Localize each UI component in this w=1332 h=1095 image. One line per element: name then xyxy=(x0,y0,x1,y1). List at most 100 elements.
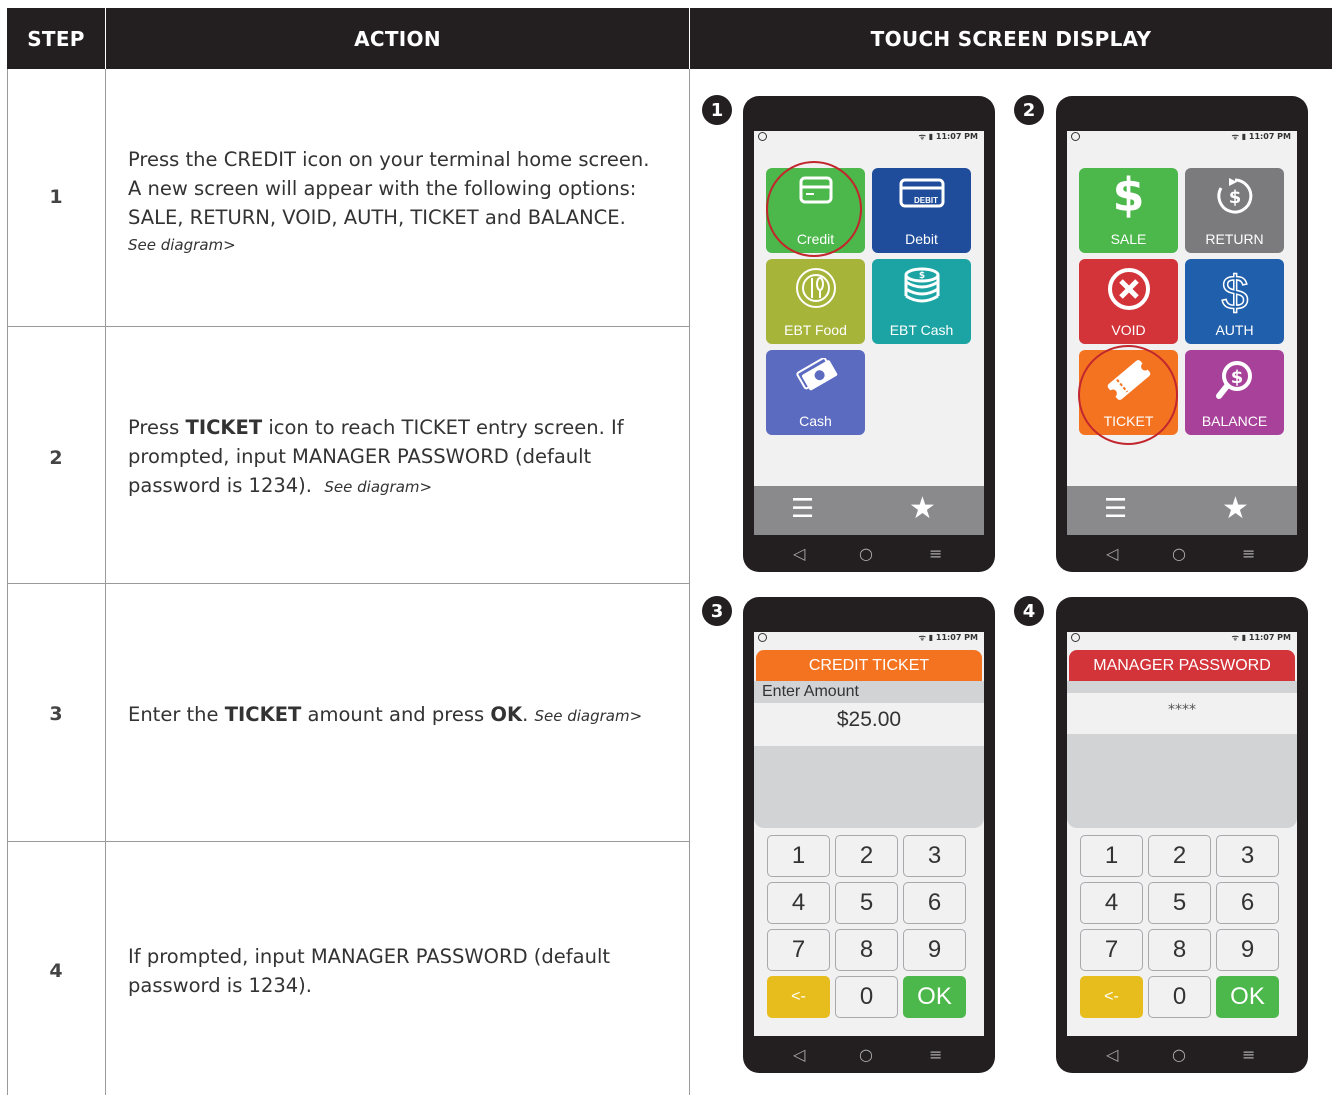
star-icon[interactable]: ★ xyxy=(909,494,936,524)
key-7[interactable]: 7 xyxy=(1080,929,1143,971)
key-9[interactable]: 9 xyxy=(903,929,966,971)
amount-display: $25.00 xyxy=(836,708,902,731)
status-bar: ᯤ ▮ 11:07 PM xyxy=(1067,131,1297,143)
dollar-glyph: $ xyxy=(1221,267,1248,315)
phone-screen: ᯤ ▮ 11:07 PM MANAGER PASSWORD **** 1 2 3… xyxy=(1067,632,1297,1036)
sale-tile[interactable]: $ SALE xyxy=(1079,168,1178,253)
key-5[interactable]: 5 xyxy=(1148,882,1211,924)
dollar-glyph: $ xyxy=(1230,367,1243,388)
backspace-key[interactable]: <- xyxy=(767,976,830,1018)
key-6[interactable]: 6 xyxy=(1216,882,1279,924)
row-divider-1 xyxy=(7,326,689,327)
masked-password: **** xyxy=(1168,702,1196,718)
see-diagram-link[interactable]: See diagram> xyxy=(324,478,432,496)
action-text: Enter the xyxy=(128,703,225,726)
coins-icon: $ xyxy=(872,267,971,315)
step-number-4: 4 xyxy=(49,960,63,982)
balance-tile[interactable]: $ BALANCE xyxy=(1185,350,1284,435)
ticket-bold: TICKET xyxy=(224,703,302,726)
back-icon[interactable]: ◁ xyxy=(1106,1045,1118,1064)
ok-bold: OK xyxy=(490,703,523,726)
key-3[interactable]: 3 xyxy=(1216,835,1279,877)
wifi-icon: ᯤ ▮ xyxy=(1231,633,1249,642)
step-number-3: 3 xyxy=(49,703,63,725)
menu-icon[interactable]: ☰ xyxy=(791,496,814,522)
clock-icon xyxy=(758,633,767,642)
credit-ticket-title: CREDIT TICKET xyxy=(756,650,982,681)
step-number-1: 1 xyxy=(49,186,63,208)
key-7[interactable]: 7 xyxy=(767,929,830,971)
recents-icon[interactable]: ≡ xyxy=(929,544,942,563)
key-2[interactable]: 2 xyxy=(835,835,898,877)
status-time: ᯤ ▮ 11:07 PM xyxy=(918,633,978,642)
key-1[interactable]: 1 xyxy=(767,835,830,877)
step-badge-2: 2 xyxy=(1014,95,1044,125)
status-bar: ᯤ ▮ 11:07 PM xyxy=(1067,632,1297,644)
tile-label: Cash xyxy=(799,413,832,429)
key-8[interactable]: 8 xyxy=(1148,929,1211,971)
key-0[interactable]: 0 xyxy=(1148,976,1211,1018)
backspace-key[interactable]: <- xyxy=(1080,976,1143,1018)
action-text: . xyxy=(522,703,529,726)
key-9[interactable]: 9 xyxy=(1216,929,1279,971)
key-3[interactable]: 3 xyxy=(903,835,966,877)
ok-key[interactable]: OK xyxy=(1216,976,1279,1018)
tile-label: AUTH xyxy=(1215,322,1254,338)
password-label-bar xyxy=(1067,681,1297,693)
status-bar: ᯤ ▮ 11:07 PM xyxy=(754,131,984,143)
phone-home-screen: ᯤ ▮ 11:07 PM Credit DEBIT Debit EBT Food xyxy=(743,96,995,572)
home-icon[interactable]: ○ xyxy=(859,1045,873,1064)
debit-tile[interactable]: DEBIT Debit xyxy=(872,168,971,253)
phone-credit-ticket: ᯤ ▮ 11:07 PM CREDIT TICKET Enter Amount … xyxy=(743,597,995,1073)
back-icon[interactable]: ◁ xyxy=(1106,544,1118,563)
key-0[interactable]: 0 xyxy=(835,976,898,1018)
table-divider-action xyxy=(689,69,690,1095)
back-icon[interactable]: ◁ xyxy=(793,544,805,563)
ticket-bold: TICKET xyxy=(185,416,263,439)
ebt-cash-tile[interactable]: $ EBT Cash xyxy=(872,259,971,344)
display-area xyxy=(1067,734,1297,828)
back-icon[interactable]: ◁ xyxy=(793,1045,805,1064)
recents-icon[interactable]: ≡ xyxy=(1242,1045,1255,1064)
step-badge-3: 3 xyxy=(702,596,732,626)
action-text-2: Press TICKET icon to reach TICKET entry … xyxy=(128,413,673,502)
key-4[interactable]: 4 xyxy=(767,882,830,924)
android-navbar: ◁ ○ ≡ xyxy=(743,544,995,564)
star-icon[interactable]: ★ xyxy=(1222,494,1249,524)
outline-dollar-icon: $ xyxy=(1185,266,1284,321)
tile-label: SALE xyxy=(1110,231,1147,247)
android-navbar: ◁ ○ ≡ xyxy=(1056,1045,1308,1065)
tile-label: RETURN xyxy=(1205,231,1264,247)
clock-icon xyxy=(758,132,767,141)
wifi-icon: ᯤ ▮ xyxy=(1231,132,1249,141)
status-time: ᯤ ▮ 11:07 PM xyxy=(1231,132,1291,141)
see-diagram-link[interactable]: See diagram> xyxy=(128,232,673,258)
cash-tile[interactable]: Cash xyxy=(766,350,865,435)
ok-key[interactable]: OK xyxy=(903,976,966,1018)
menu-icon[interactable]: ☰ xyxy=(1104,496,1127,522)
ebt-food-tile[interactable]: EBT Food xyxy=(766,259,865,344)
return-tile[interactable]: $ RETURN xyxy=(1185,168,1284,253)
recents-icon[interactable]: ≡ xyxy=(1242,544,1255,563)
recents-icon[interactable]: ≡ xyxy=(929,1045,942,1064)
key-6[interactable]: 6 xyxy=(903,882,966,924)
action-text: Press xyxy=(128,416,186,439)
key-2[interactable]: 2 xyxy=(1148,835,1211,877)
status-time: ᯤ ▮ 11:07 PM xyxy=(1231,633,1291,642)
home-icon[interactable]: ○ xyxy=(1172,1045,1186,1064)
x-circle-icon xyxy=(1079,267,1178,315)
auth-tile[interactable]: $ AUTH xyxy=(1185,259,1284,344)
phone-screen: ᯤ ▮ 11:07 PM CREDIT TICKET Enter Amount … xyxy=(754,632,984,1036)
void-tile[interactable]: VOID xyxy=(1079,259,1178,344)
clock-icon xyxy=(1071,132,1080,141)
home-icon[interactable]: ○ xyxy=(1172,544,1186,563)
key-1[interactable]: 1 xyxy=(1080,835,1143,877)
dollar-icon: $ xyxy=(1112,168,1145,222)
status-time: ᯤ ▮ 11:07 PM xyxy=(918,132,978,141)
key-8[interactable]: 8 xyxy=(835,929,898,971)
key-4[interactable]: 4 xyxy=(1080,882,1143,924)
table-border-left xyxy=(7,69,8,1095)
see-diagram-link[interactable]: See diagram> xyxy=(534,707,642,725)
key-5[interactable]: 5 xyxy=(835,882,898,924)
home-icon[interactable]: ○ xyxy=(859,544,873,563)
